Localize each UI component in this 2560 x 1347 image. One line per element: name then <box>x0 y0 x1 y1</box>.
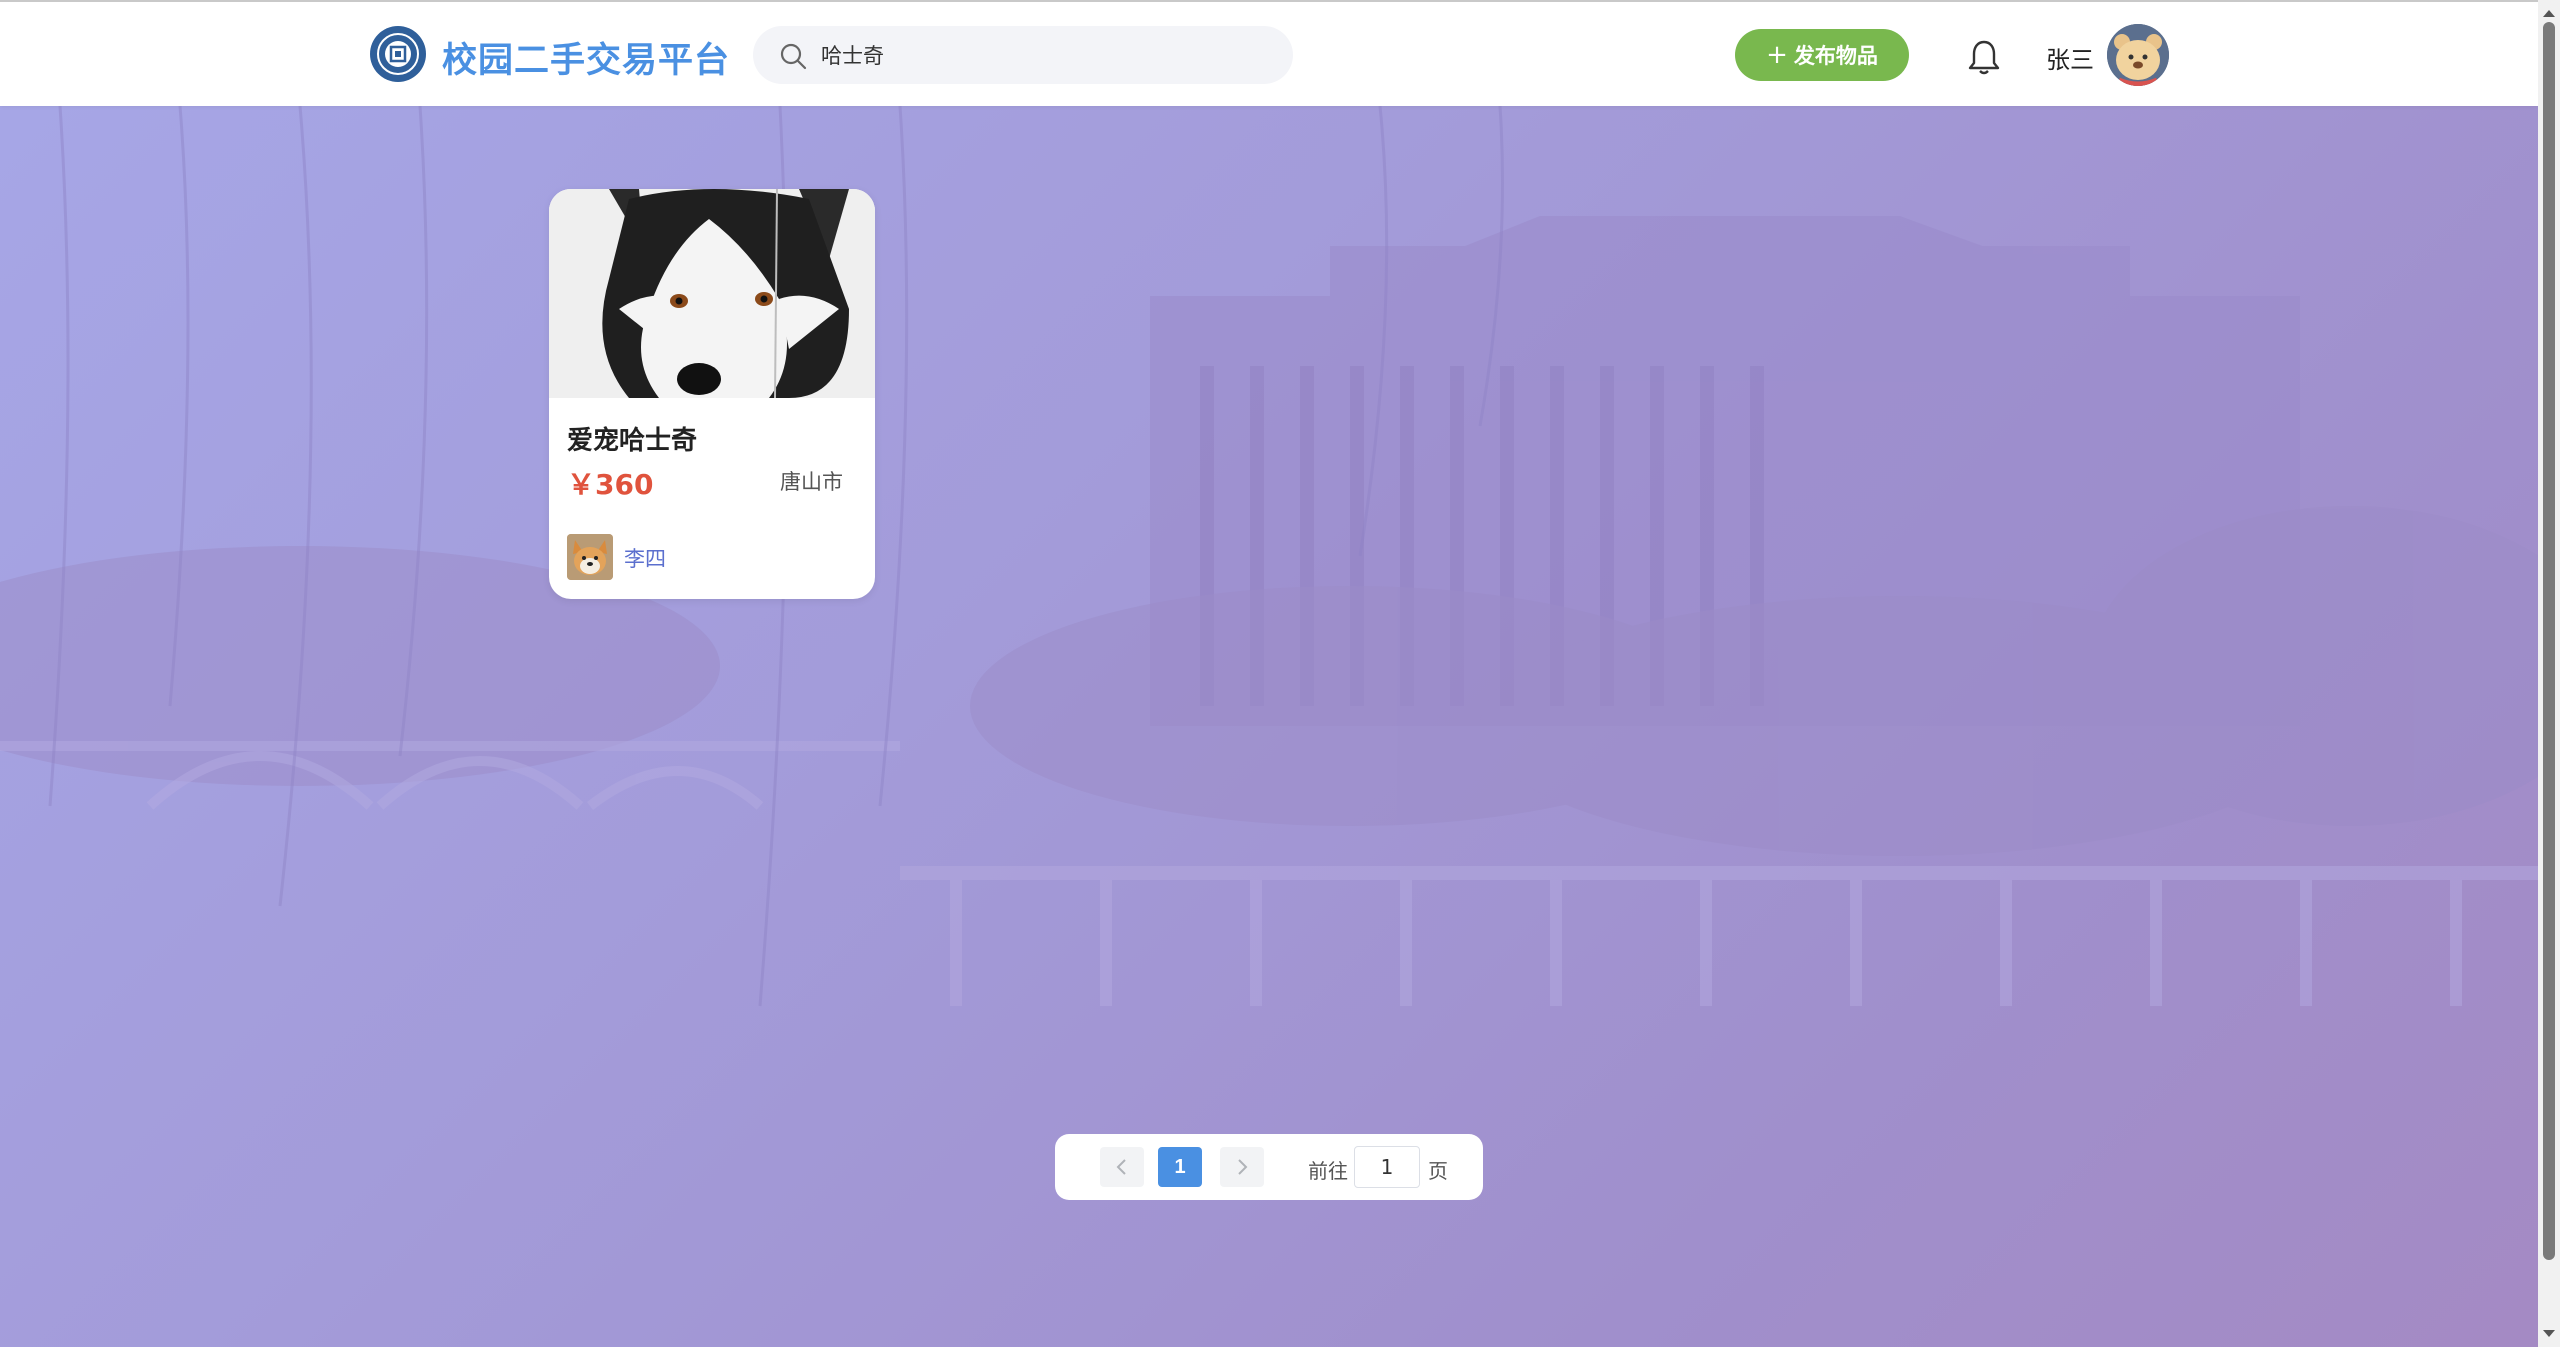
vertical-scrollbar[interactable] <box>2538 0 2560 1347</box>
bell-icon[interactable] <box>1966 38 2002 76</box>
top-header: 校园二手交易平台 + 发布物品 张三 <box>0 0 2538 106</box>
school-emblem-icon[interactable] <box>370 26 426 82</box>
listing-card[interactable]: 爱宠哈士奇 ￥360 唐山市 李四 <box>549 189 875 599</box>
publish-button-label: 发布物品 <box>1793 44 1878 68</box>
listing-title[interactable]: 爱宠哈士奇 <box>567 420 697 457</box>
listing-image[interactable] <box>549 189 875 398</box>
platform-title[interactable]: 校园二手交易平台 <box>442 32 730 83</box>
prev-page-button[interactable] <box>1100 1147 1144 1187</box>
listing-city: 唐山市 <box>780 470 843 494</box>
user-avatar[interactable] <box>2107 24 2169 86</box>
listing-price: ￥360 <box>567 468 654 501</box>
scroll-up-arrow-icon[interactable] <box>2538 4 2560 22</box>
scroll-down-arrow-icon[interactable] <box>2538 1325 2560 1343</box>
search-box[interactable] <box>753 26 1293 84</box>
pagination: 1 前往 页 <box>1055 1134 1483 1200</box>
next-page-button[interactable] <box>1220 1147 1264 1187</box>
search-input[interactable] <box>821 36 1261 74</box>
search-icon[interactable] <box>779 42 807 70</box>
publish-item-button[interactable]: + 发布物品 <box>1735 29 1909 81</box>
page-number-current[interactable]: 1 <box>1158 1147 1202 1187</box>
goto-page-input[interactable] <box>1354 1146 1420 1188</box>
scrollbar-thumb[interactable] <box>2543 22 2555 1260</box>
goto-label: 前往 <box>1308 1159 1348 1183</box>
chevron-right-icon <box>1238 1159 1248 1175</box>
current-user-name[interactable]: 张三 <box>2046 40 2094 75</box>
seller-avatar[interactable] <box>567 534 613 580</box>
page-unit-label: 页 <box>1428 1159 1448 1183</box>
plus-icon: + <box>1766 40 1788 70</box>
seller-name[interactable]: 李四 <box>624 543 666 573</box>
chevron-left-icon <box>1116 1159 1126 1175</box>
